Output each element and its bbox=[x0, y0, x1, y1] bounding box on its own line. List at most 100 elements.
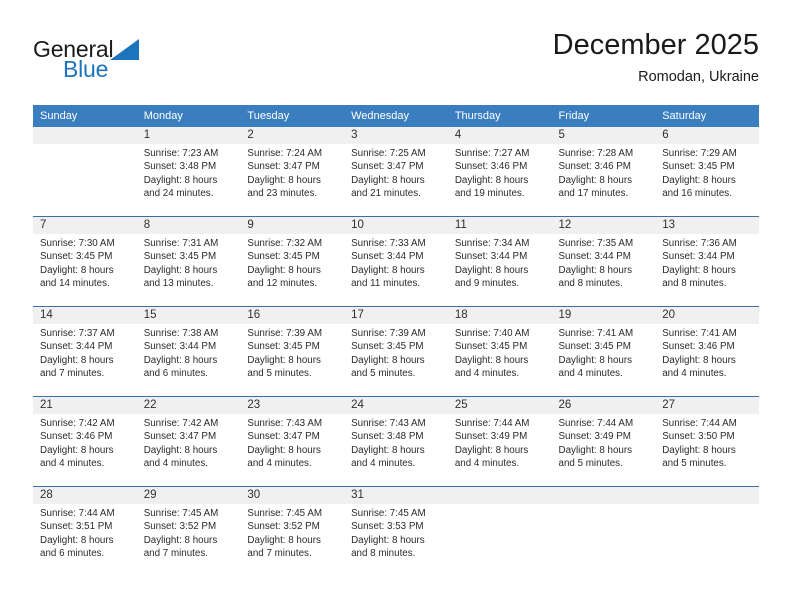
calendar-day-cell[interactable]: 5 Sunrise: 7:28 AM Sunset: 3:46 PM Daylight… bbox=[551, 127, 656, 217]
sunrise-time: Sunrise: 7:39 AM bbox=[247, 328, 323, 339]
sunrise-time: Sunrise: 7:38 AM bbox=[143, 328, 219, 339]
day-details: Sunrise: 7:41 AM Sunset: 3:45 PM Daylight:… bbox=[552, 324, 656, 380]
calendar-day-cell[interactable]: 22 Sunrise: 7:42 AM Sunset: 3:47 PM Dayligh… bbox=[136, 396, 241, 487]
calendar-day-cell[interactable]: 16 Sunrise: 7:39 AM Sunset: 3:45 PM Dayligh… bbox=[240, 306, 345, 397]
daylight-duration-line1: Daylight: 8 hours bbox=[351, 534, 425, 546]
sunset-time: Sunset: 3:44 PM bbox=[454, 251, 528, 263]
calendar-day-cell[interactable]: 8 Sunrise: 7:31 AM Sunset: 3:45 PM Daylight… bbox=[136, 216, 241, 307]
day-details: Sunrise: 7:45 AM Sunset: 3:52 PM Daylight:… bbox=[240, 504, 344, 560]
calendar-day-cell[interactable]: 15 Sunrise: 7:38 AM Sunset: 3:44 PM Dayligh… bbox=[136, 306, 241, 397]
sunrise-time: Sunrise: 7:42 AM bbox=[143, 418, 219, 429]
daylight-duration-line2: and 7 minutes. bbox=[247, 547, 312, 559]
weekday-header-wednesday: Wednesday bbox=[344, 105, 448, 127]
general-blue-logo[interactable]: General Blue bbox=[33, 36, 203, 94]
calendar-day-cell[interactable]: 6 Sunrise: 7:29 AM Sunset: 3:45 PM Daylight… bbox=[655, 127, 759, 217]
day-details: Sunrise: 7:30 AM Sunset: 3:45 PM Daylight:… bbox=[33, 234, 137, 290]
calendar-day-cell[interactable]: 12 Sunrise: 7:35 AM Sunset: 3:44 PM Dayligh… bbox=[551, 216, 656, 307]
calendar-day-cell[interactable]: 19 Sunrise: 7:41 AM Sunset: 3:45 PM Dayligh… bbox=[551, 306, 656, 397]
sunrise-time: Sunrise: 7:45 AM bbox=[143, 508, 219, 519]
calendar-day-cell[interactable]: 18 Sunrise: 7:40 AM Sunset: 3:45 PM Dayligh… bbox=[447, 306, 552, 397]
day-details: Sunrise: 7:45 AM Sunset: 3:52 PM Daylight:… bbox=[137, 504, 241, 560]
calendar-day-cell[interactable]: 30 Sunrise: 7:45 AM Sunset: 3:52 PM Dayligh… bbox=[240, 486, 345, 576]
triangle-icon bbox=[110, 39, 139, 60]
calendar-day-cell[interactable]: 17 Sunrise: 7:39 AM Sunset: 3:45 PM Dayligh… bbox=[344, 306, 448, 397]
calendar-day-cell[interactable]: 27 Sunrise: 7:44 AM Sunset: 3:50 PM Dayligh… bbox=[655, 396, 759, 487]
sunset-time: Sunset: 3:47 PM bbox=[247, 161, 320, 173]
sunrise-time: Sunrise: 7:23 AM bbox=[143, 148, 219, 159]
day-details: Sunrise: 7:39 AM Sunset: 3:45 PM Daylight:… bbox=[344, 324, 448, 380]
calendar-day-cell[interactable]: 13 Sunrise: 7:36 AM Sunset: 3:44 PM Dayligh… bbox=[655, 216, 759, 307]
calendar-day-cell[interactable]: 26 Sunrise: 7:44 AM Sunset: 3:49 PM Dayligh… bbox=[551, 396, 656, 487]
calendar-day-cell-empty bbox=[655, 486, 759, 576]
sunset-time: Sunset: 3:52 PM bbox=[247, 521, 320, 533]
daylight-duration-line2: and 21 minutes. bbox=[351, 187, 421, 199]
sunrise-time: Sunrise: 7:34 AM bbox=[454, 238, 530, 249]
daylight-duration-line1: Daylight: 8 hours bbox=[40, 264, 114, 276]
calendar-day-cell[interactable]: 10 Sunrise: 7:33 AM Sunset: 3:44 PM Dayligh… bbox=[344, 216, 448, 307]
day-number: 25 bbox=[447, 397, 552, 414]
daylight-duration-line2: and 4 minutes. bbox=[351, 457, 416, 469]
day-number: 24 bbox=[344, 397, 448, 414]
calendar-header-row: Sunday Monday Tuesday Wednesday Thursday… bbox=[33, 105, 759, 127]
day-details: Sunrise: 7:32 AM Sunset: 3:45 PM Daylight:… bbox=[240, 234, 344, 290]
daylight-duration-line2: and 6 minutes. bbox=[40, 547, 105, 559]
daylight-duration-line2: and 5 minutes. bbox=[247, 367, 312, 379]
day-details: Sunrise: 7:29 AM Sunset: 3:45 PM Daylight:… bbox=[655, 144, 759, 200]
day-details: Sunrise: 7:43 AM Sunset: 3:47 PM Daylight:… bbox=[240, 414, 344, 470]
day-details: Sunrise: 7:41 AM Sunset: 3:46 PM Daylight:… bbox=[655, 324, 759, 380]
sunset-time: Sunset: 3:50 PM bbox=[662, 431, 735, 443]
calendar-day-cell[interactable]: 24 Sunrise: 7:43 AM Sunset: 3:48 PM Dayligh… bbox=[344, 396, 448, 487]
calendar-day-cell[interactable]: 25 Sunrise: 7:44 AM Sunset: 3:49 PM Dayligh… bbox=[447, 396, 552, 487]
calendar-day-cell[interactable]: 3 Sunrise: 7:25 AM Sunset: 3:47 PM Daylight… bbox=[344, 127, 448, 217]
day-number: 15 bbox=[136, 307, 241, 324]
sunset-time: Sunset: 3:49 PM bbox=[454, 431, 528, 443]
daylight-duration-line2: and 4 minutes. bbox=[558, 367, 623, 379]
calendar-day-cell[interactable]: 29 Sunrise: 7:45 AM Sunset: 3:52 PM Dayligh… bbox=[136, 486, 241, 576]
day-number: 4 bbox=[447, 127, 552, 144]
weekday-header-monday: Monday bbox=[136, 105, 241, 127]
sunrise-time: Sunrise: 7:43 AM bbox=[351, 418, 426, 429]
sunrise-time: Sunrise: 7:45 AM bbox=[247, 508, 323, 519]
day-number: 7 bbox=[33, 217, 137, 234]
daylight-duration-line1: Daylight: 8 hours bbox=[662, 354, 736, 366]
calendar-day-cell[interactable]: 9 Sunrise: 7:32 AM Sunset: 3:45 PM Daylight… bbox=[240, 216, 345, 307]
day-details: Sunrise: 7:37 AM Sunset: 3:44 PM Daylight:… bbox=[33, 324, 137, 380]
calendar-day-cell[interactable]: 11 Sunrise: 7:34 AM Sunset: 3:44 PM Dayligh… bbox=[447, 216, 552, 307]
daylight-duration-line1: Daylight: 8 hours bbox=[40, 444, 114, 456]
sunset-time: Sunset: 3:44 PM bbox=[558, 251, 631, 263]
calendar-day-cell[interactable]: 23 Sunrise: 7:43 AM Sunset: 3:47 PM Dayligh… bbox=[240, 396, 345, 487]
day-details: Sunrise: 7:38 AM Sunset: 3:44 PM Daylight:… bbox=[137, 324, 241, 380]
sunset-time: Sunset: 3:44 PM bbox=[143, 341, 217, 353]
calendar-day-cell[interactable]: 20 Sunrise: 7:41 AM Sunset: 3:46 PM Dayligh… bbox=[655, 306, 759, 397]
day-number: 2 bbox=[240, 127, 345, 144]
daylight-duration-line1: Daylight: 8 hours bbox=[351, 174, 425, 186]
calendar-day-cell[interactable]: 28 Sunrise: 7:44 AM Sunset: 3:51 PM Dayligh… bbox=[33, 486, 137, 576]
sunset-time: Sunset: 3:52 PM bbox=[143, 521, 217, 533]
calendar-day-cell[interactable]: 7 Sunrise: 7:30 AM Sunset: 3:45 PM Daylight… bbox=[33, 216, 137, 307]
day-number: 9 bbox=[240, 217, 345, 234]
calendar-day-cell[interactable]: 14 Sunrise: 7:37 AM Sunset: 3:44 PM Dayligh… bbox=[33, 306, 137, 397]
weekday-header-thursday: Thursday bbox=[447, 105, 552, 127]
day-details: Sunrise: 7:35 AM Sunset: 3:44 PM Daylight:… bbox=[552, 234, 656, 290]
calendar-day-cell[interactable]: 1 Sunrise: 7:23 AM Sunset: 3:48 PM Daylight… bbox=[136, 127, 241, 217]
calendar-day-cell[interactable]: 21 Sunrise: 7:42 AM Sunset: 3:46 PM Dayligh… bbox=[33, 396, 137, 487]
day-number bbox=[33, 127, 137, 144]
sunrise-time: Sunrise: 7:30 AM bbox=[40, 238, 115, 249]
calendar-week-row: 14 Sunrise: 7:37 AM Sunset: 3:44 PM Dayligh… bbox=[33, 306, 759, 397]
day-number: 28 bbox=[33, 487, 137, 504]
page-header: General Blue December 2025 Romodan, Ukra… bbox=[33, 28, 759, 98]
day-number: 31 bbox=[344, 487, 448, 504]
calendar-day-cell[interactable]: 2 Sunrise: 7:24 AM Sunset: 3:47 PM Daylight… bbox=[240, 127, 345, 217]
sunset-time: Sunset: 3:44 PM bbox=[662, 251, 735, 263]
day-number: 29 bbox=[136, 487, 241, 504]
day-number bbox=[551, 487, 656, 504]
daylight-duration-line1: Daylight: 8 hours bbox=[247, 174, 321, 186]
calendar-day-cell[interactable]: 4 Sunrise: 7:27 AM Sunset: 3:46 PM Daylight… bbox=[447, 127, 552, 217]
sunrise-time: Sunrise: 7:40 AM bbox=[454, 328, 530, 339]
daylight-duration-line1: Daylight: 8 hours bbox=[558, 264, 633, 276]
calendar-day-cell[interactable]: 31 Sunrise: 7:45 AM Sunset: 3:53 PM Dayligh… bbox=[344, 486, 448, 576]
day-number: 17 bbox=[344, 307, 448, 324]
daylight-duration-line2: and 23 minutes. bbox=[247, 187, 318, 199]
day-number: 27 bbox=[655, 397, 759, 414]
daylight-duration-line2: and 4 minutes. bbox=[143, 457, 208, 469]
